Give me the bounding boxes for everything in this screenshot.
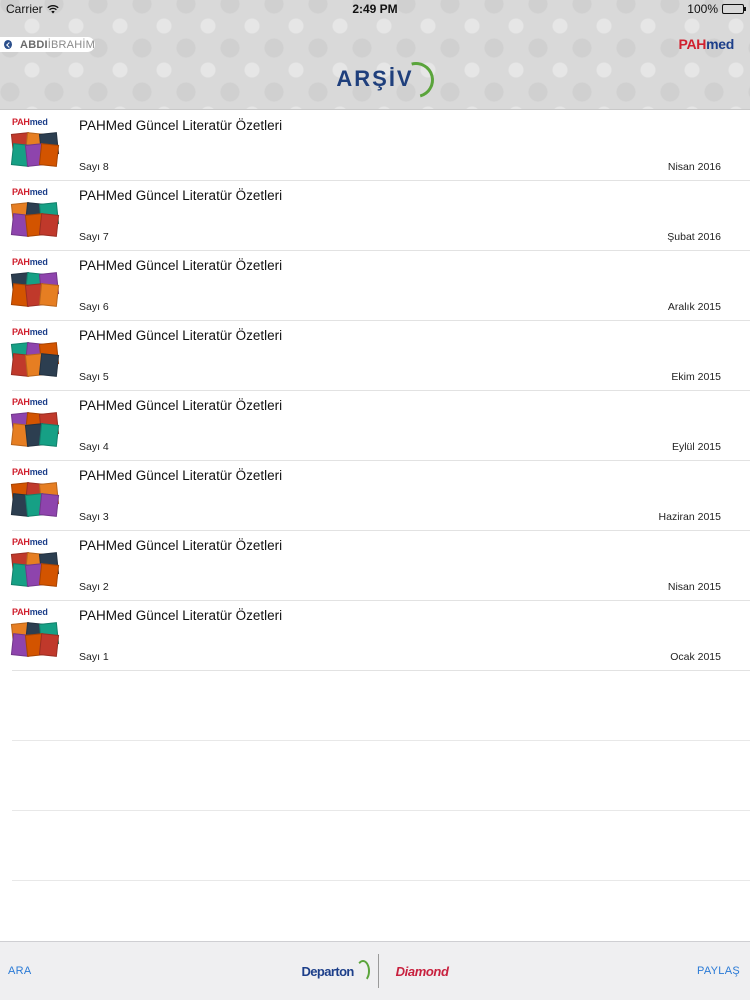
list-item[interactable]: PAHmed PAHMed Güncel Literatür Özetleri Sa… (10, 601, 750, 671)
page-title-wrap: ARŞİV (0, 55, 750, 105)
brand-logo-text: ABDIİBRAHİM (20, 38, 95, 51)
item-date: Eylül 2015 (671, 441, 721, 453)
item-title: PAHMed Güncel Literatür Özetleri (79, 328, 283, 343)
list-item[interactable]: PAHmed PAHMed Güncel Literatür Özetleri Sa… (10, 461, 750, 531)
thumbnail-logo: PAHmed (12, 117, 48, 127)
issue-thumbnail: PAHmed (10, 467, 62, 522)
empty-row (12, 811, 750, 881)
item-title: PAHMed Güncel Literatür Özetleri (79, 258, 283, 273)
sponsor-logo-diamond: Diamond (395, 963, 449, 979)
title-arc-decoration (391, 55, 441, 105)
item-issue-number: Sayı 5 (79, 371, 109, 383)
pahmed-logo: PAHmed (678, 36, 734, 52)
thumbnail-logo: PAHmed (12, 257, 48, 267)
thumbnail-cover-stack (10, 202, 62, 237)
item-title: PAHMed Güncel Literatür Özetleri (79, 398, 283, 413)
item-issue-number: Sayı 4 (79, 441, 109, 453)
thumbnail-cover-stack (10, 342, 62, 377)
list-item[interactable]: PAHmed PAHMed Güncel Literatür Özetleri Sa… (10, 531, 750, 601)
item-title: PAHMed Güncel Literatür Özetleri (79, 188, 283, 203)
issue-thumbnail: PAHmed (10, 607, 62, 662)
thumbnail-logo: PAHmed (12, 607, 48, 617)
issue-thumbnail: PAHmed (10, 327, 62, 382)
item-date: Aralık 2015 (667, 301, 721, 313)
item-date: Şubat 2016 (667, 231, 721, 243)
item-title: PAHMed Güncel Literatür Özetleri (79, 538, 283, 553)
item-date: Nisan 2015 (667, 581, 721, 593)
item-date: Ocak 2015 (670, 651, 721, 663)
list-item[interactable]: PAHmed PAHMed Güncel Literatür Özetleri Sa… (10, 111, 750, 181)
item-date: Nisan 2016 (667, 161, 721, 173)
sponsor-divider (378, 954, 380, 988)
issue-thumbnail: PAHmed (10, 537, 62, 592)
issue-thumbnail: PAHmed (10, 257, 62, 312)
status-bar: Carrier 2:49 PM 100% (0, 0, 750, 18)
empty-row (12, 741, 750, 811)
thumbnail-logo: PAHmed (12, 397, 48, 407)
sponsor-logo-departon: Departon (302, 959, 370, 982)
back-icon (4, 40, 13, 49)
item-title: PAHMed Güncel Literatür Özetleri (79, 118, 283, 133)
item-title: PAHMed Güncel Literatür Özetleri (79, 608, 283, 623)
issue-thumbnail: PAHmed (10, 397, 62, 452)
thumbnail-cover-stack (10, 412, 62, 447)
thumbnail-cover-stack (10, 132, 62, 167)
list-item[interactable]: PAHmed PAHMed Güncel Literatür Özetleri Sa… (10, 391, 750, 461)
thumbnail-cover-stack (10, 552, 62, 587)
thumbnail-logo: PAHmed (12, 327, 48, 337)
thumbnail-cover-stack (10, 272, 62, 307)
swoosh-icon (355, 959, 370, 982)
battery-icon (722, 4, 746, 14)
item-issue-number: Sayı 6 (79, 301, 109, 313)
list-item[interactable]: PAHmed PAHMed Güncel Literatür Özetleri Sa… (10, 321, 750, 391)
list-item[interactable]: PAHmed PAHMed Güncel Literatür Özetleri Sa… (10, 251, 750, 321)
issue-thumbnail: PAHmed (10, 187, 62, 242)
archive-list: PAHmed PAHMed Güncel Literatür Özetleri Sa… (0, 111, 750, 881)
brand-back-button[interactable]: ABDIİBRAHİM (0, 37, 95, 52)
share-button[interactable]: PAYLAŞ (697, 965, 740, 977)
item-date: Haziran 2015 (658, 511, 721, 523)
thumbnail-cover-stack (10, 482, 62, 517)
item-title: PAHMed Güncel Literatür Özetleri (79, 468, 283, 483)
item-issue-number: Sayı 3 (79, 511, 109, 523)
thumbnail-logo: PAHmed (12, 187, 48, 197)
item-date: Ekim 2015 (671, 371, 721, 383)
item-issue-number: Sayı 8 (79, 161, 109, 173)
status-battery: 100% (687, 2, 746, 16)
thumbnail-logo: PAHmed (12, 537, 48, 547)
header-bar: Carrier 2:49 PM 100% ABDIİBRAHİM PAHmed … (0, 0, 750, 110)
sponsor-logos: Departon Diamond (0, 954, 750, 990)
battery-percent: 100% (687, 2, 718, 16)
bottom-toolbar: ARA Departon Diamond PAYLAŞ (0, 941, 750, 1000)
empty-row (12, 671, 750, 741)
issue-thumbnail: PAHmed (10, 117, 62, 172)
item-issue-number: Sayı 7 (79, 231, 109, 243)
thumbnail-cover-stack (10, 622, 62, 657)
item-issue-number: Sayı 2 (79, 581, 109, 593)
status-time: 2:49 PM (352, 2, 398, 16)
item-issue-number: Sayı 1 (79, 651, 109, 663)
thumbnail-logo: PAHmed (12, 467, 48, 477)
list-item[interactable]: PAHmed PAHMed Güncel Literatür Özetleri Sa… (10, 181, 750, 251)
page-title: ARŞİV (324, 55, 441, 105)
